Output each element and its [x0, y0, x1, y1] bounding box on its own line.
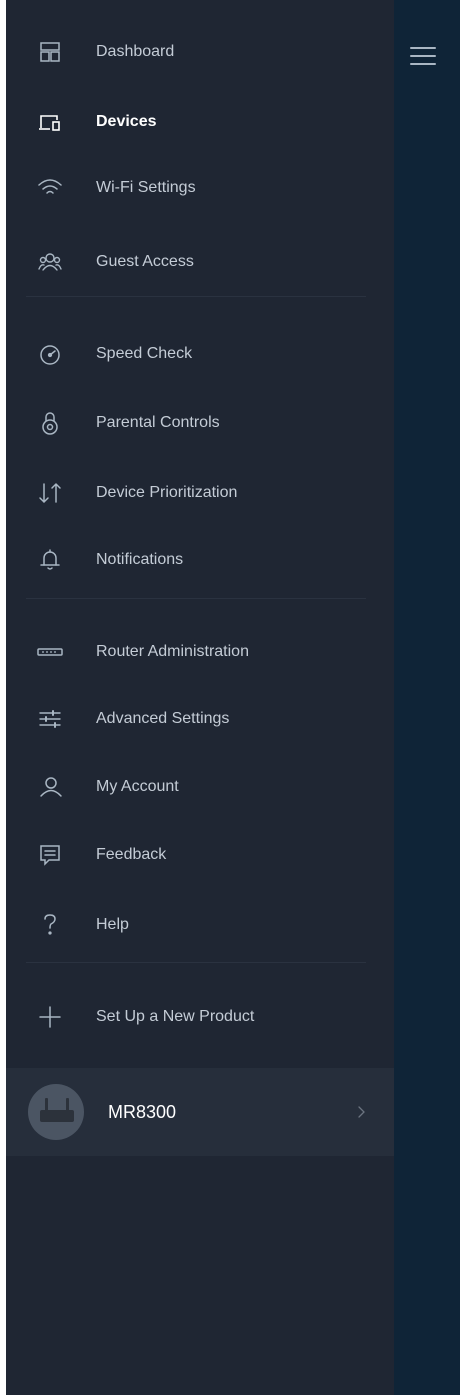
product-row[interactable]: MR8300	[6, 1068, 394, 1156]
menu-item-label: Devices	[96, 113, 157, 130]
menu-item-label: Wi-Fi Settings	[96, 179, 196, 196]
menu-item-advanced-settings[interactable]: Advanced Settings	[6, 697, 394, 741]
hamburger-icon[interactable]	[410, 47, 436, 65]
section-divider	[26, 962, 366, 963]
section-divider	[26, 296, 366, 297]
menu-item-wifi-settings[interactable]: Wi-Fi Settings	[6, 166, 394, 210]
app-screen: Dashboard Devices Wi-Fi Settings Guest A…	[0, 0, 462, 1395]
menu-item-label: Parental Controls	[96, 414, 220, 431]
chevron-right-icon	[354, 1104, 368, 1120]
menu-item-router-administration[interactable]: Router Administration	[6, 630, 394, 674]
menu-item-label: Advanced Settings	[96, 710, 230, 727]
dashboard-icon	[36, 38, 64, 66]
guest-icon	[36, 248, 64, 276]
product-name: MR8300	[108, 1102, 177, 1122]
menu-item-set-up-new-product[interactable]: Set Up a New Product	[6, 995, 394, 1039]
priority-icon	[36, 479, 64, 507]
menu-item-dashboard[interactable]: Dashboard	[6, 30, 394, 74]
menu-item-feedback[interactable]: Feedback	[6, 833, 394, 877]
main-content-pane	[394, 0, 460, 1395]
menu-item-speed-check[interactable]: Speed Check	[6, 332, 394, 376]
menu-item-label: Dashboard	[96, 43, 175, 60]
menu-item-my-account[interactable]: My Account	[6, 765, 394, 809]
bell-icon	[36, 546, 64, 574]
menu-item-label: My Account	[96, 778, 179, 795]
product-avatar	[28, 1084, 84, 1140]
menu-item-notifications[interactable]: Notifications	[6, 538, 394, 582]
devices-icon	[36, 108, 64, 136]
speed-icon	[36, 340, 64, 368]
menu-item-label: Router Administration	[96, 643, 249, 660]
section-divider	[26, 598, 366, 599]
menu-item-label: Guest Access	[96, 253, 194, 270]
menu-item-parental-controls[interactable]: Parental Controls	[6, 401, 394, 445]
menu-item-device-prioritization[interactable]: Device Prioritization	[6, 471, 394, 515]
wifi-icon	[36, 174, 64, 202]
user-icon	[36, 773, 64, 801]
sliders-icon	[36, 705, 64, 733]
navigation-drawer: Dashboard Devices Wi-Fi Settings Guest A…	[6, 0, 394, 1395]
menu-item-label: Feedback	[96, 846, 167, 863]
menu-item-guest-access[interactable]: Guest Access	[6, 240, 394, 284]
plus-icon	[36, 1003, 64, 1031]
menu-item-label: Set Up a New Product	[96, 1008, 255, 1025]
router-icon	[36, 638, 64, 666]
menu-item-label: Help	[96, 916, 129, 933]
feedback-icon	[36, 841, 64, 869]
router-image	[40, 1110, 74, 1122]
menu-item-devices[interactable]: Devices	[6, 100, 394, 144]
menu-item-help[interactable]: Help	[6, 903, 394, 947]
parental-icon	[36, 409, 64, 437]
menu-item-label: Speed Check	[96, 345, 193, 362]
menu-item-label: Notifications	[96, 551, 184, 568]
help-icon	[36, 911, 64, 939]
menu-item-label: Device Prioritization	[96, 484, 238, 501]
